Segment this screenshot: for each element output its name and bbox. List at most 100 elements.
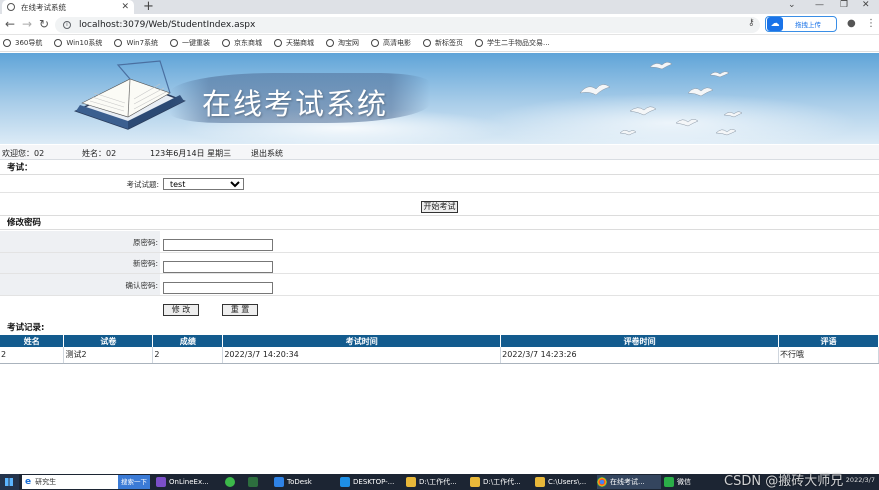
bookmark-label: 360导航 [15,39,43,47]
remote-desktop-icon [340,477,350,487]
profile-icon[interactable]: ● [847,18,856,29]
restore-icon[interactable]: ❐ [840,0,848,10]
table-cell: 2 [152,347,224,364]
bookmark-item[interactable]: 淘宝网 [326,38,359,48]
password-buttons-row: 修 改 重 置 [0,296,879,318]
taskbar-item[interactable]: D:\工作代... [470,475,521,489]
table-cell: 2022/3/7 14:23:26 [500,347,779,364]
globe-icon [54,39,63,47]
taskbar-item[interactable]: DESKTOP-... [340,475,394,489]
chrome-icon [597,477,607,487]
exam-select[interactable]: test [163,178,244,190]
close-window-icon[interactable]: ✕ [862,0,870,10]
student-name: 姓名：02 [82,149,117,158]
cloud-icon: ☁ [767,17,783,31]
table-cell: 2 [0,347,65,364]
info-icon[interactable]: i [63,21,71,29]
bookmark-label: Win10系统 [66,39,103,47]
records-table: 姓名 试卷 成绩 考试时间 评卷时间 评语 2 测试2 2 2022/3/7 1… [0,335,879,364]
folder-icon [470,477,480,487]
taskbar-item[interactable]: 在线考试... [597,475,661,489]
table-cell: 2022/3/7 14:20:34 [222,347,502,364]
folder-icon [535,477,545,487]
chevron-down-icon[interactable]: ⌄ [788,0,796,10]
browser-tabstrip: 在线考试系统 ✕ + ⌄ — ❐ ✕ [0,0,879,14]
welcome-text: 欢迎您：02 [2,149,45,158]
taskbar-item[interactable] [248,475,261,489]
app-icon [248,477,258,487]
change-password-button[interactable]: 修 改 [163,304,199,316]
new-tab-icon[interactable]: + [143,0,154,14]
kebab-menu-icon[interactable]: ⋮ [866,18,876,29]
globe-icon [3,39,11,47]
bookmark-item[interactable]: 学生二手物品交易... [475,38,550,48]
ie-icon: e [25,477,32,487]
taskbar-item-label: OnLineEx... [169,478,209,486]
reload-icon[interactable]: ↻ [39,17,49,31]
logout-link[interactable]: 退出系统 [251,148,283,159]
old-password-label: 原密码: [132,238,158,247]
bookmark-label: 新标签页 [435,39,464,47]
column-header: 考试时间 [222,335,502,347]
minimize-icon[interactable]: — [815,0,824,10]
new-password-input[interactable] [163,261,273,273]
old-password-input[interactable] [163,239,273,251]
wechat-icon [664,477,674,487]
globe-icon [274,39,283,47]
start-button[interactable] [0,474,19,490]
key-icon[interactable]: ⚷ [748,18,755,28]
address-url: localhost:3079/Web/StudentIndex.aspx [79,20,256,30]
bookmarks-bar: 360导航 Win10系统 Win7系统 一键重装 京东商城 天猫商城 淘宝网 … [0,35,879,52]
taskbar-clock: 2022/3/7 [845,476,875,484]
back-icon[interactable]: ← [5,17,15,31]
table-cell: 测试2 [63,347,154,364]
confirm-password-input[interactable] [163,282,273,294]
old-password-row: 原密码: [0,231,879,253]
bookmark-item[interactable]: 京东商城 [222,38,262,48]
bookmark-item[interactable]: 一键重装 [170,38,210,48]
bookmark-label: 淘宝网 [338,39,360,47]
taskbar-item[interactable]: D:\工作代... [406,475,457,489]
visual-studio-icon [156,477,166,487]
taskbar-item[interactable]: ToDesk [274,475,312,489]
bookmark-label: 学生二手物品交易... [487,39,550,47]
seagulls-graphic [579,62,743,136]
bookmark-item[interactable]: 天猫商城 [274,38,314,48]
bookmark-item[interactable]: 360导航 [3,38,42,48]
close-tab-icon[interactable]: ✕ [121,2,129,12]
taskbar-item[interactable]: C:\Users\... [535,475,586,489]
reset-password-button[interactable]: 重 置 [222,304,258,316]
taskbar-item[interactable] [225,475,238,489]
taskbar-search-box[interactable]: e 研究生 [22,475,118,489]
bookmark-item[interactable]: Win10系统 [54,38,102,48]
taskbar-item[interactable]: 微信 [664,475,691,489]
taskbar-item-label: 微信 [677,478,691,486]
taskbar-item-label: DESKTOP-... [353,478,395,486]
browser-tab[interactable]: 在线考试系统 ✕ [2,0,134,14]
forward-icon[interactable]: → [22,17,32,31]
upload-extension-button[interactable]: ☁ 拖拽上传 [765,16,837,32]
new-password-label: 新密码: [132,259,158,268]
csdn-watermark: CSDN @搬砖大师兄 [724,474,844,489]
table-cell: 不行哦 [778,347,879,364]
taskbar-item-label: 在线考试... [610,478,645,486]
bookmark-label: 天猫商城 [286,39,315,47]
taskbar-search-button[interactable]: 搜索一下 [118,475,150,489]
bookmark-item[interactable]: 高清电影 [371,38,411,48]
globe-icon [423,39,432,47]
taskbar-item-label: D:\工作代... [483,478,521,486]
new-password-row: 新密码: [0,253,879,274]
column-header: 评语 [778,335,879,347]
records-header-row: 姓名 试卷 成绩 考试时间 评卷时间 评语 [0,335,879,347]
bookmark-item[interactable]: Win7系统 [114,38,158,48]
bookmark-item[interactable]: 新标签页 [423,38,463,48]
globe-icon [475,39,484,47]
password-section-title: 修改密码 [0,215,879,230]
tab-title: 在线考试系统 [21,2,66,12]
taskbar-item[interactable]: OnLineEx... [156,475,209,489]
todesk-icon [274,477,284,487]
address-bar[interactable]: i localhost:3079/Web/StudentIndex.aspx [55,17,760,33]
windows-icon [5,478,13,486]
bookmark-label: Win7系统 [126,39,159,47]
start-exam-button[interactable]: 开始考试 [421,201,458,213]
